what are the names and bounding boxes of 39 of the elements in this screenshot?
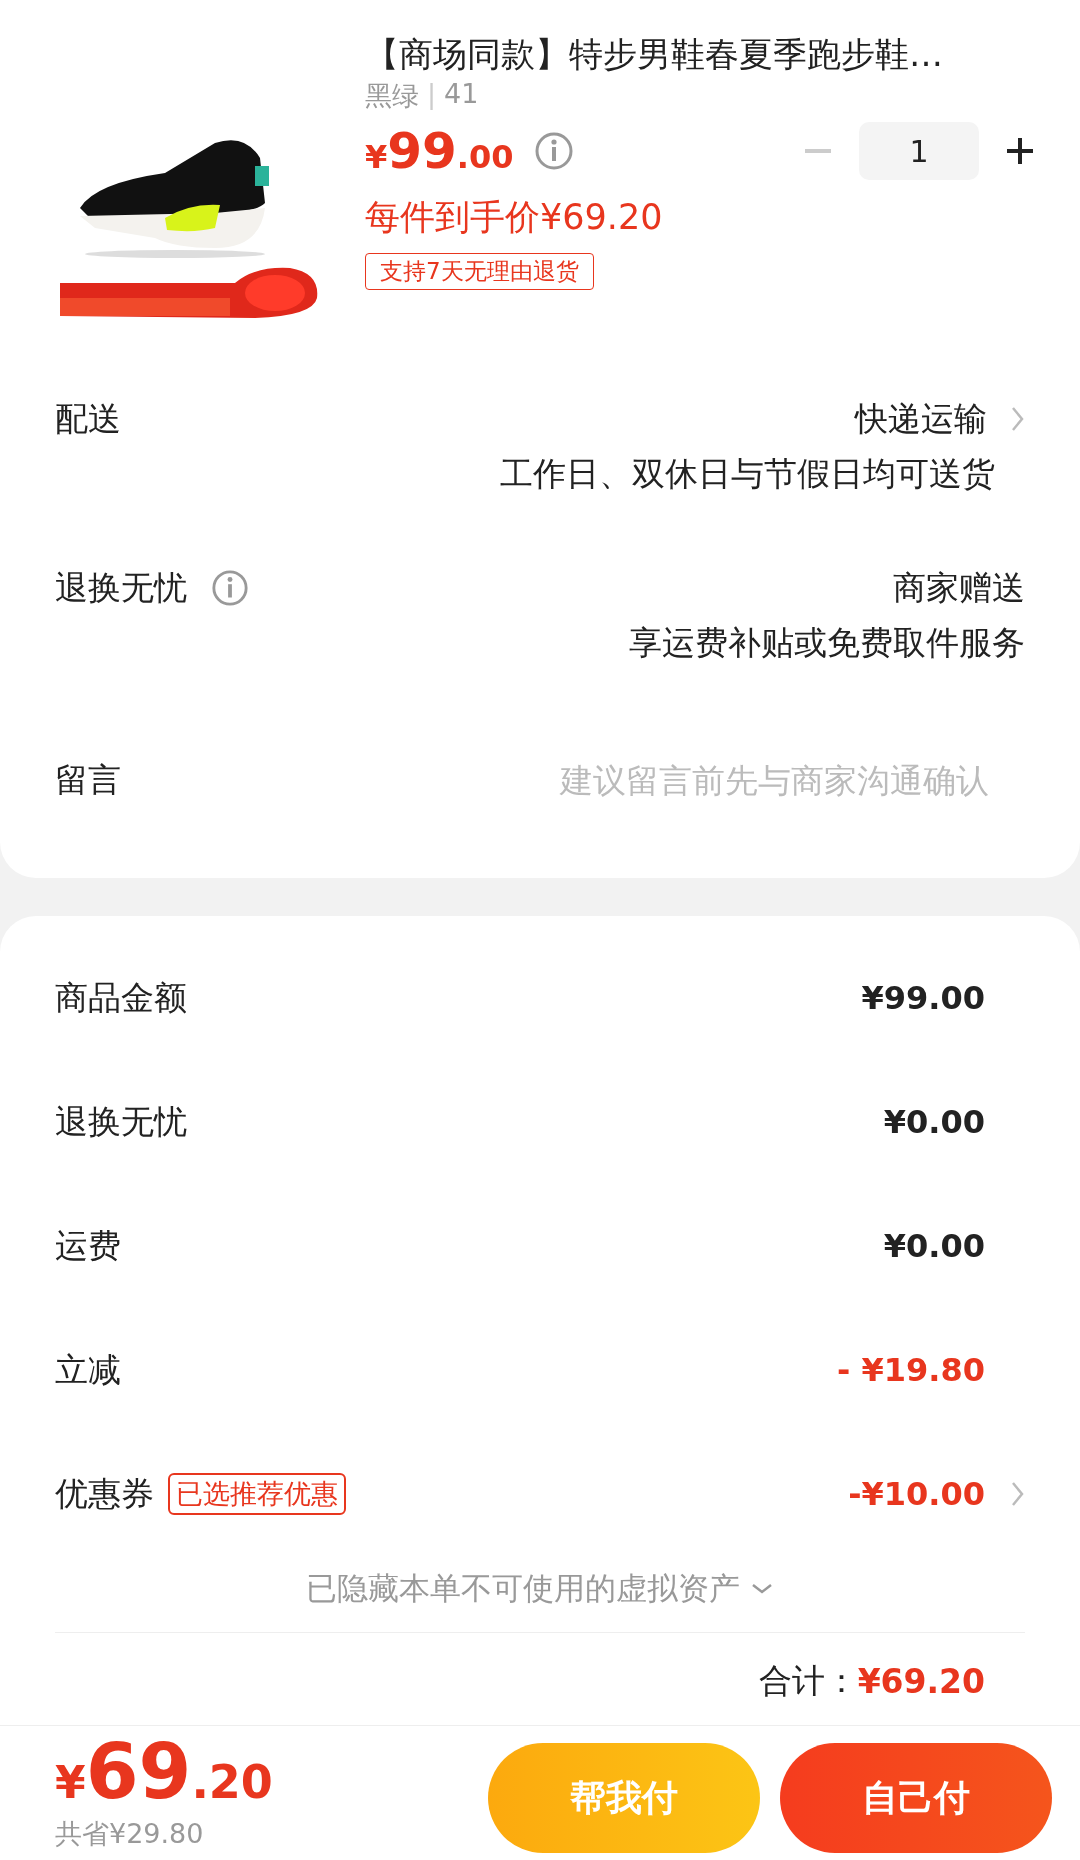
total-value: ¥69.20	[857, 1662, 985, 1701]
cost-label: 立减	[55, 1348, 121, 1391]
plus-icon[interactable]	[1005, 136, 1035, 166]
chevron-right-icon[interactable]	[1011, 406, 1025, 432]
info-icon[interactable]	[533, 131, 574, 171]
option-label: 退换无忧	[55, 566, 187, 609]
hidden-assets-note[interactable]: 已隐藏本单不可使用的虚拟资产	[306, 1568, 740, 1610]
chevron-down-icon[interactable]	[750, 1582, 774, 1596]
cost-label: 退换无忧	[55, 1100, 187, 1143]
product-title: 【商场同款】特步男鞋春夏季跑步鞋…	[365, 33, 944, 76]
unit-price: ¥99.00	[365, 122, 514, 180]
message-field[interactable]: 建议留言前先与商家沟通确认	[429, 761, 989, 800]
pay-button[interactable]: 自己付	[780, 1743, 1052, 1853]
cost-label: 商品金额	[55, 976, 187, 1019]
quantity-field[interactable]: 1	[859, 122, 979, 180]
cost-label: 优惠券	[55, 1472, 154, 1515]
cost-value: ¥0.00	[883, 1227, 985, 1265]
cost-label: 运费	[55, 1224, 121, 1267]
option-detail: 工作日、双休日与节假日均可送货	[500, 453, 995, 495]
chevron-right-icon[interactable]	[1011, 1481, 1025, 1507]
cost-value: ¥0.00	[883, 1103, 985, 1141]
total-label: 合计：	[758, 1660, 858, 1702]
spec-color: 黑绿	[365, 79, 419, 113]
spec-size: 41	[444, 78, 479, 111]
message-label: 留言	[55, 759, 121, 801]
savings-text: 共省¥29.80	[55, 1817, 205, 1851]
return-tag: 支持7天无理由退货	[365, 253, 594, 290]
option-value: 商家赠送	[893, 566, 1025, 609]
option-label: 配送	[55, 397, 121, 440]
cost-value: ¥99.00	[861, 979, 985, 1017]
cost-value: -¥10.00	[848, 1475, 985, 1513]
option-detail: 享运费补贴或免费取件服务	[629, 622, 1025, 664]
coupon-tag: 已选推荐优惠	[168, 1473, 346, 1515]
option-value: 快递运输	[855, 397, 987, 440]
total-price: ¥69.20	[55, 1734, 273, 1810]
final-price: 每件到手价¥69.20	[365, 196, 664, 239]
spec-separator: |	[427, 78, 437, 112]
info-icon[interactable]	[211, 569, 249, 607]
cost-value: - ¥19.80	[837, 1351, 985, 1389]
